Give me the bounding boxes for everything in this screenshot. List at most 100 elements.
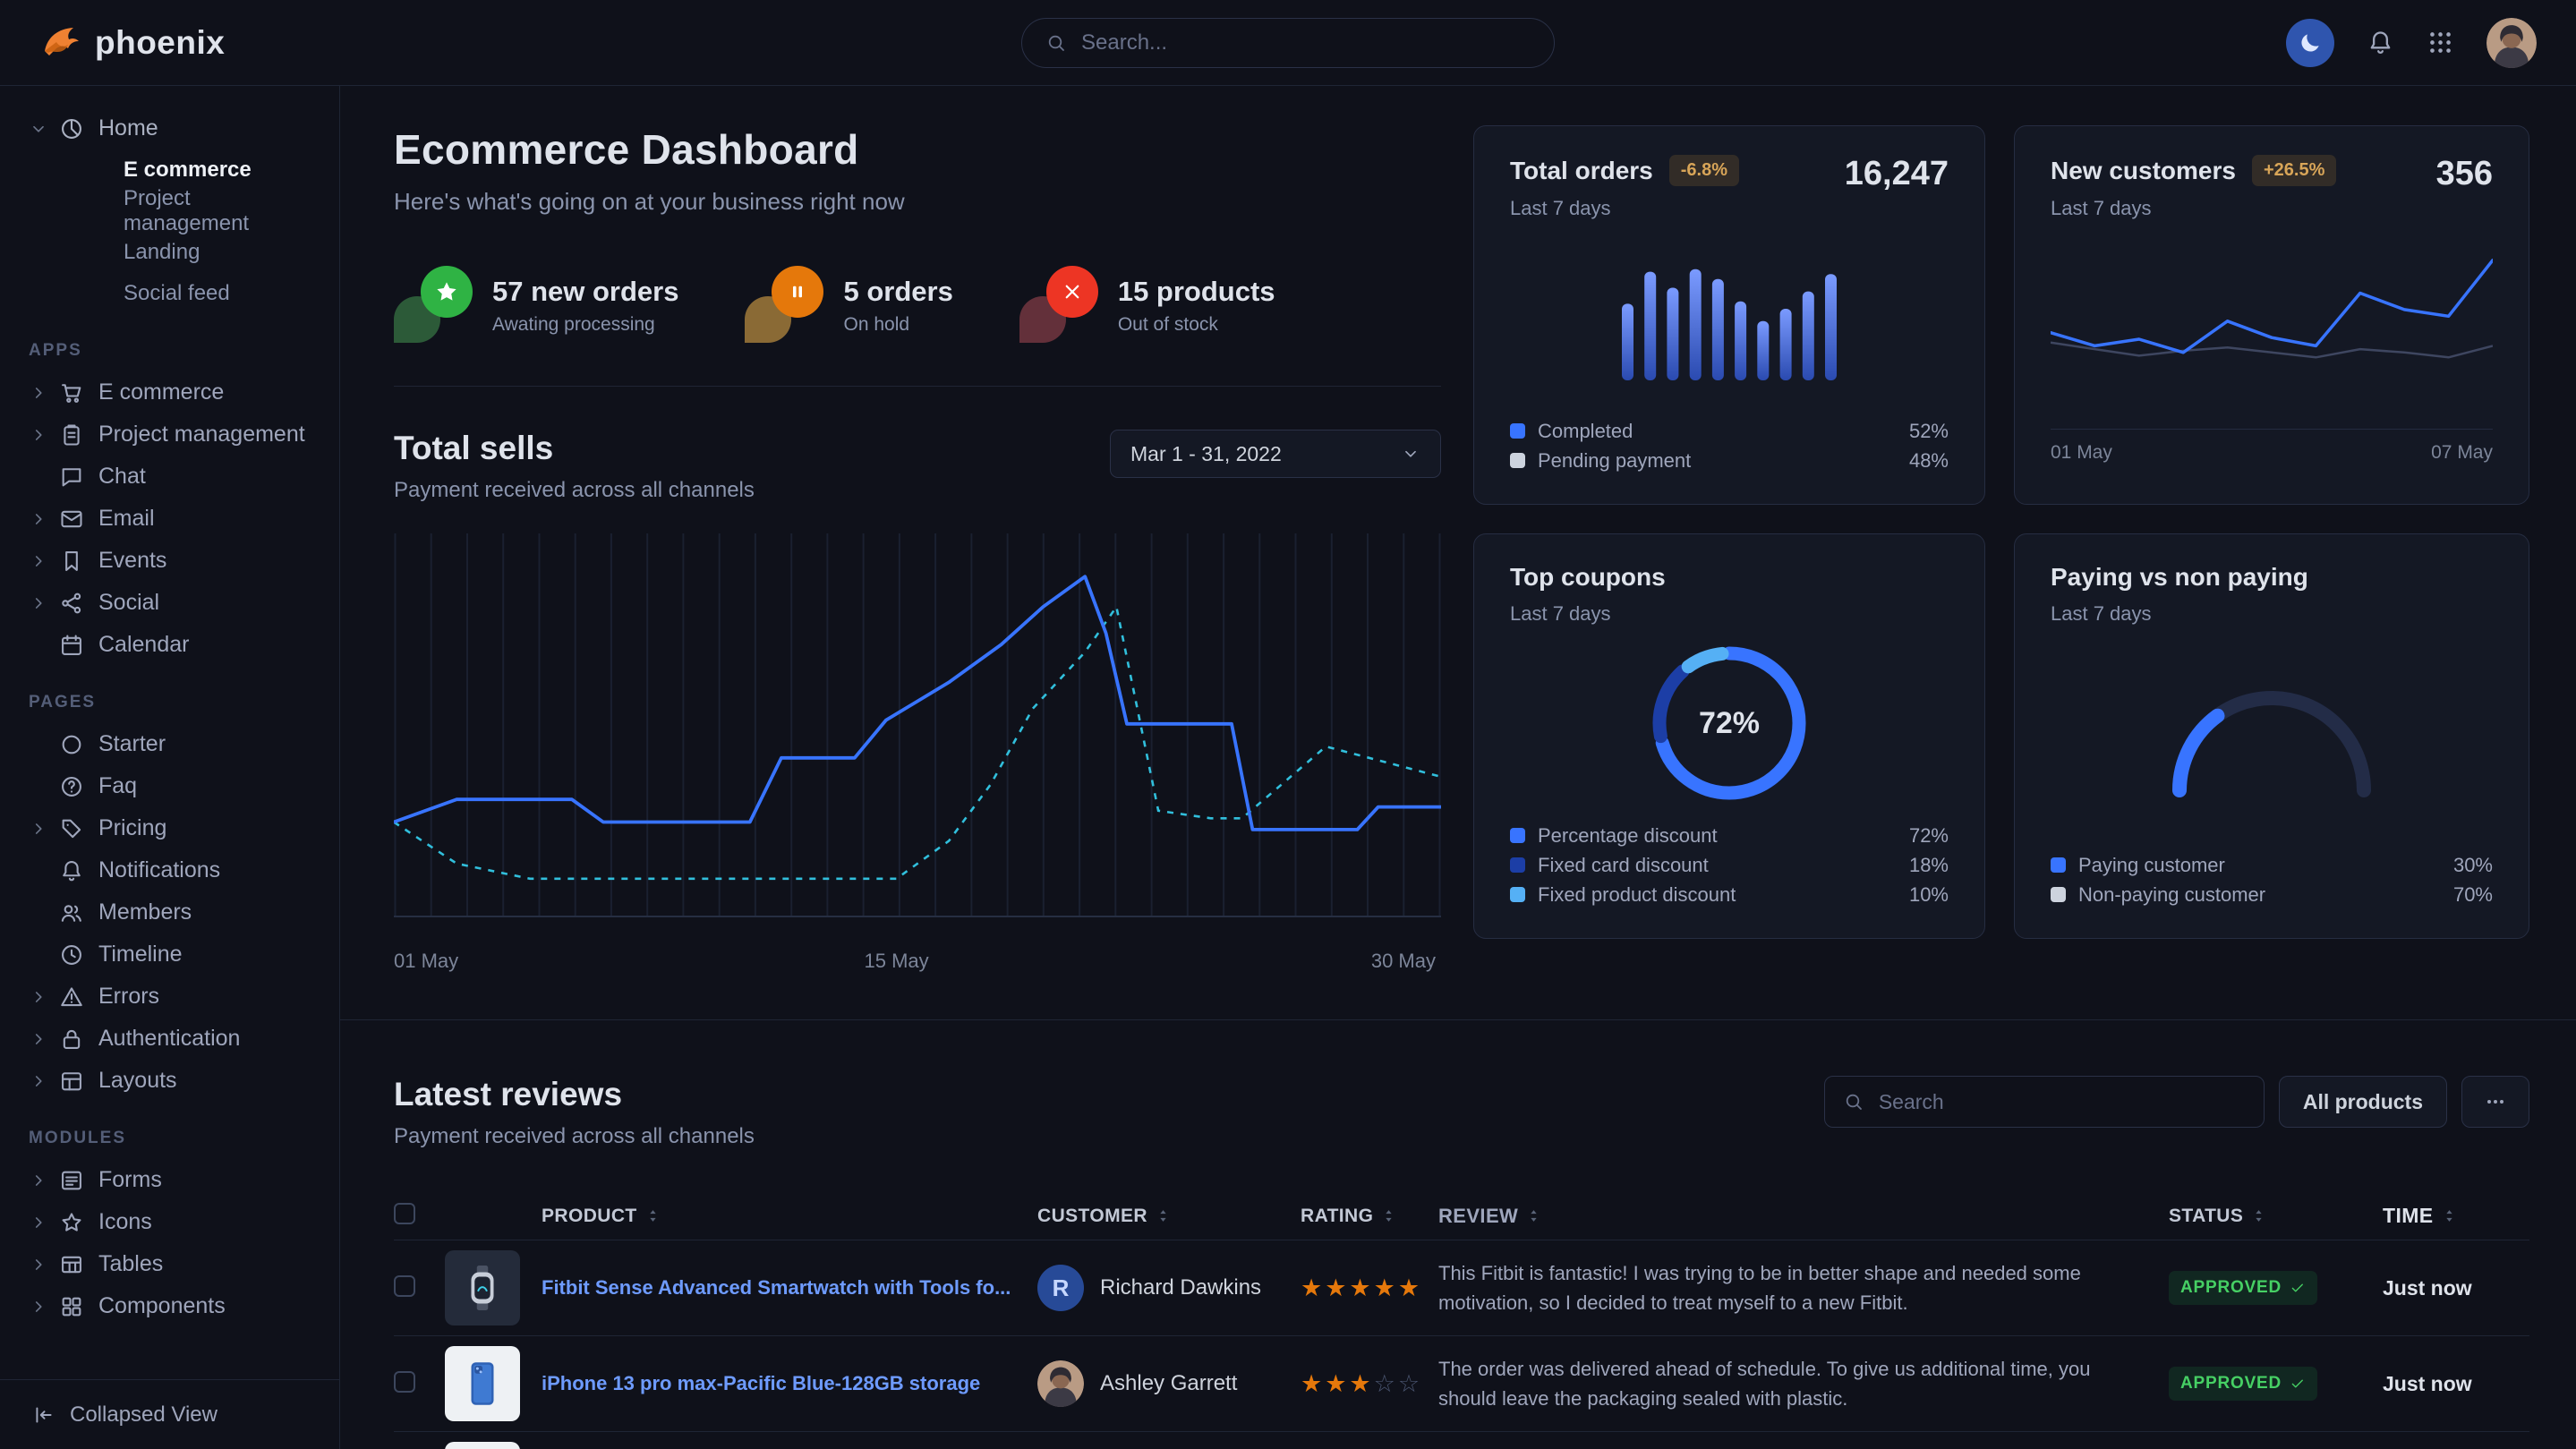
more-options-button[interactable] [2461,1076,2529,1128]
sidebar-item-notifications[interactable]: Notifications [20,849,320,891]
card-title: New customers [2051,157,2236,185]
sidebar-item-tables[interactable]: Tables [20,1243,320,1285]
chevron-right-icon [29,987,48,1007]
stat-caption: Out of stock [1118,314,1275,336]
collapsed-view-toggle[interactable]: Collapsed View [0,1379,339,1449]
sidebar-subitem-landing[interactable]: Landing [20,232,320,273]
product-image[interactable] [445,1250,542,1325]
sidebar-item-chat[interactable]: Chat [20,456,320,498]
row-checkbox[interactable] [394,1371,415,1393]
sidebar-item-errors[interactable]: Errors [20,976,320,1018]
star-solid-icon [433,278,460,305]
sidebar-subitem-project-management[interactable]: Project management [20,191,320,232]
latest-reviews-section: Latest reviews Payment received across a… [394,1076,2529,1449]
theme-toggle-button[interactable] [2286,19,2334,67]
sidebar-item-events[interactable]: Events [20,540,320,582]
sidebar-item-e-commerce[interactable]: E commerce [20,371,320,413]
table-row: iPhone 13 pro max-Pacific Blue-128GB sto… [394,1336,2529,1432]
stat-value: 57 new orders [492,276,678,308]
legend-item: Fixed card discount18% [1510,850,1949,880]
legend-label: Non-paying customer [2078,883,2265,907]
stat-icon [1019,266,1098,345]
sidebar-item-home[interactable]: Home [20,107,320,149]
column-header-product[interactable]: PRODUCT [542,1206,1037,1227]
sidebar-item-label: Members [98,899,192,925]
chevron-right-icon [29,1255,48,1274]
reviews-search[interactable] [1824,1076,2265,1128]
bookmark-icon [59,549,84,574]
column-header-status[interactable]: STATUS [2169,1206,2383,1227]
sidebar-item-social[interactable]: Social [20,582,320,624]
sidebar-item-label: Layouts [98,1068,177,1094]
stat-icon [394,266,473,345]
share-icon [59,591,84,616]
sidebar-item-forms[interactable]: Forms [20,1159,320,1201]
select-all-checkbox[interactable] [394,1203,415,1224]
column-header-review[interactable]: REVIEW [1438,1201,2169,1231]
navbar-actions [2286,18,2537,68]
global-search[interactable] [1021,18,1555,68]
legend-label: Fixed product discount [1538,883,1736,907]
card-period: Last 7 days [1510,197,1739,220]
customer-name: Richard Dawkins [1100,1275,1261,1300]
product-image[interactable] [445,1346,542,1421]
sidebar-item-pricing[interactable]: Pricing [20,807,320,849]
customer-cell[interactable]: Ashley Garrett [1037,1360,1301,1407]
customer-cell[interactable]: RRichard Dawkins [1037,1265,1301,1311]
total-orders-bar-chart [1622,257,1837,380]
chevron-right-icon [29,383,48,403]
chevron-down-icon [1401,444,1420,464]
date-range-select[interactable]: Mar 1 - 31, 2022 [1110,430,1441,478]
column-header-customer[interactable]: CUSTOMER [1037,1206,1301,1227]
sidebar-item-project-management[interactable]: Project management [20,413,320,456]
sidebar-item-components[interactable]: Components [20,1285,320,1327]
global-search-input[interactable] [1081,30,1531,55]
main-content: Ecommerce Dashboard Here's what's going … [340,86,2576,1449]
customer-avatar [1037,1360,1084,1407]
review-text: This Fitbit is fantastic! I was trying t… [1438,1258,2169,1317]
legend-value: 72% [1909,824,1949,848]
sidebar-item-authentication[interactable]: Authentication [20,1018,320,1060]
product-link[interactable]: Fitbit Sense Advanced Smartwatch with To… [542,1276,1037,1300]
chat-icon [59,465,84,490]
user-avatar[interactable] [2486,18,2537,68]
column-header-rating[interactable]: RATING [1301,1206,1438,1227]
sidebar-item-members[interactable]: Members [20,891,320,933]
check-icon [2290,1376,2306,1392]
legend-label: Completed [1538,420,1633,443]
sidebar-item-label: Home [98,115,158,141]
tag-icon [59,816,84,841]
chevron-right-icon [29,1297,48,1317]
x-axis-label: 01 May [394,950,458,973]
legend-label: Percentage discount [1538,824,1718,848]
review-time: Just now [2383,1372,2529,1396]
sidebar-item-icons[interactable]: Icons [20,1201,320,1243]
search-icon [1843,1091,1864,1112]
sidebar-subitem-social-feed[interactable]: Social feed [20,273,320,314]
sidebar-item-starter[interactable]: Starter [20,723,320,765]
sidebar-item-email[interactable]: Email [20,498,320,540]
sidebar-nav: HomeE commerceProject managementLandingS… [0,107,339,1379]
stat-item: 57 new ordersAwating processing [394,266,678,345]
brand[interactable]: phoenix [39,21,225,64]
total-sells-chart [394,533,1441,938]
sidebar-item-layouts[interactable]: Layouts [20,1060,320,1102]
stat-item: 5 ordersOn hold [745,266,952,345]
reviews-search-input[interactable] [1879,1090,2246,1114]
latest-reviews-subtitle: Payment received across all channels [394,1124,755,1149]
components-icon [59,1294,84,1319]
sidebar-item-calendar[interactable]: Calendar [20,624,320,666]
notifications-bell-icon[interactable] [2367,29,2394,56]
sidebar-section-title: APPS [29,341,320,361]
chevron-right-icon [29,819,48,839]
sidebar-item-faq[interactable]: Faq [20,765,320,807]
product-image[interactable] [445,1442,542,1449]
product-link[interactable]: iPhone 13 pro max-Pacific Blue-128GB sto… [542,1372,1037,1395]
sidebar-item-label: Faq [98,773,137,799]
row-checkbox[interactable] [394,1275,415,1297]
column-header-time[interactable]: TIME [2383,1204,2529,1228]
sidebar-subitem-e-commerce[interactable]: E commerce [20,149,320,191]
all-products-button[interactable]: All products [2279,1076,2447,1128]
sidebar-item-timeline[interactable]: Timeline [20,933,320,976]
apps-grid-icon[interactable] [2427,29,2454,56]
